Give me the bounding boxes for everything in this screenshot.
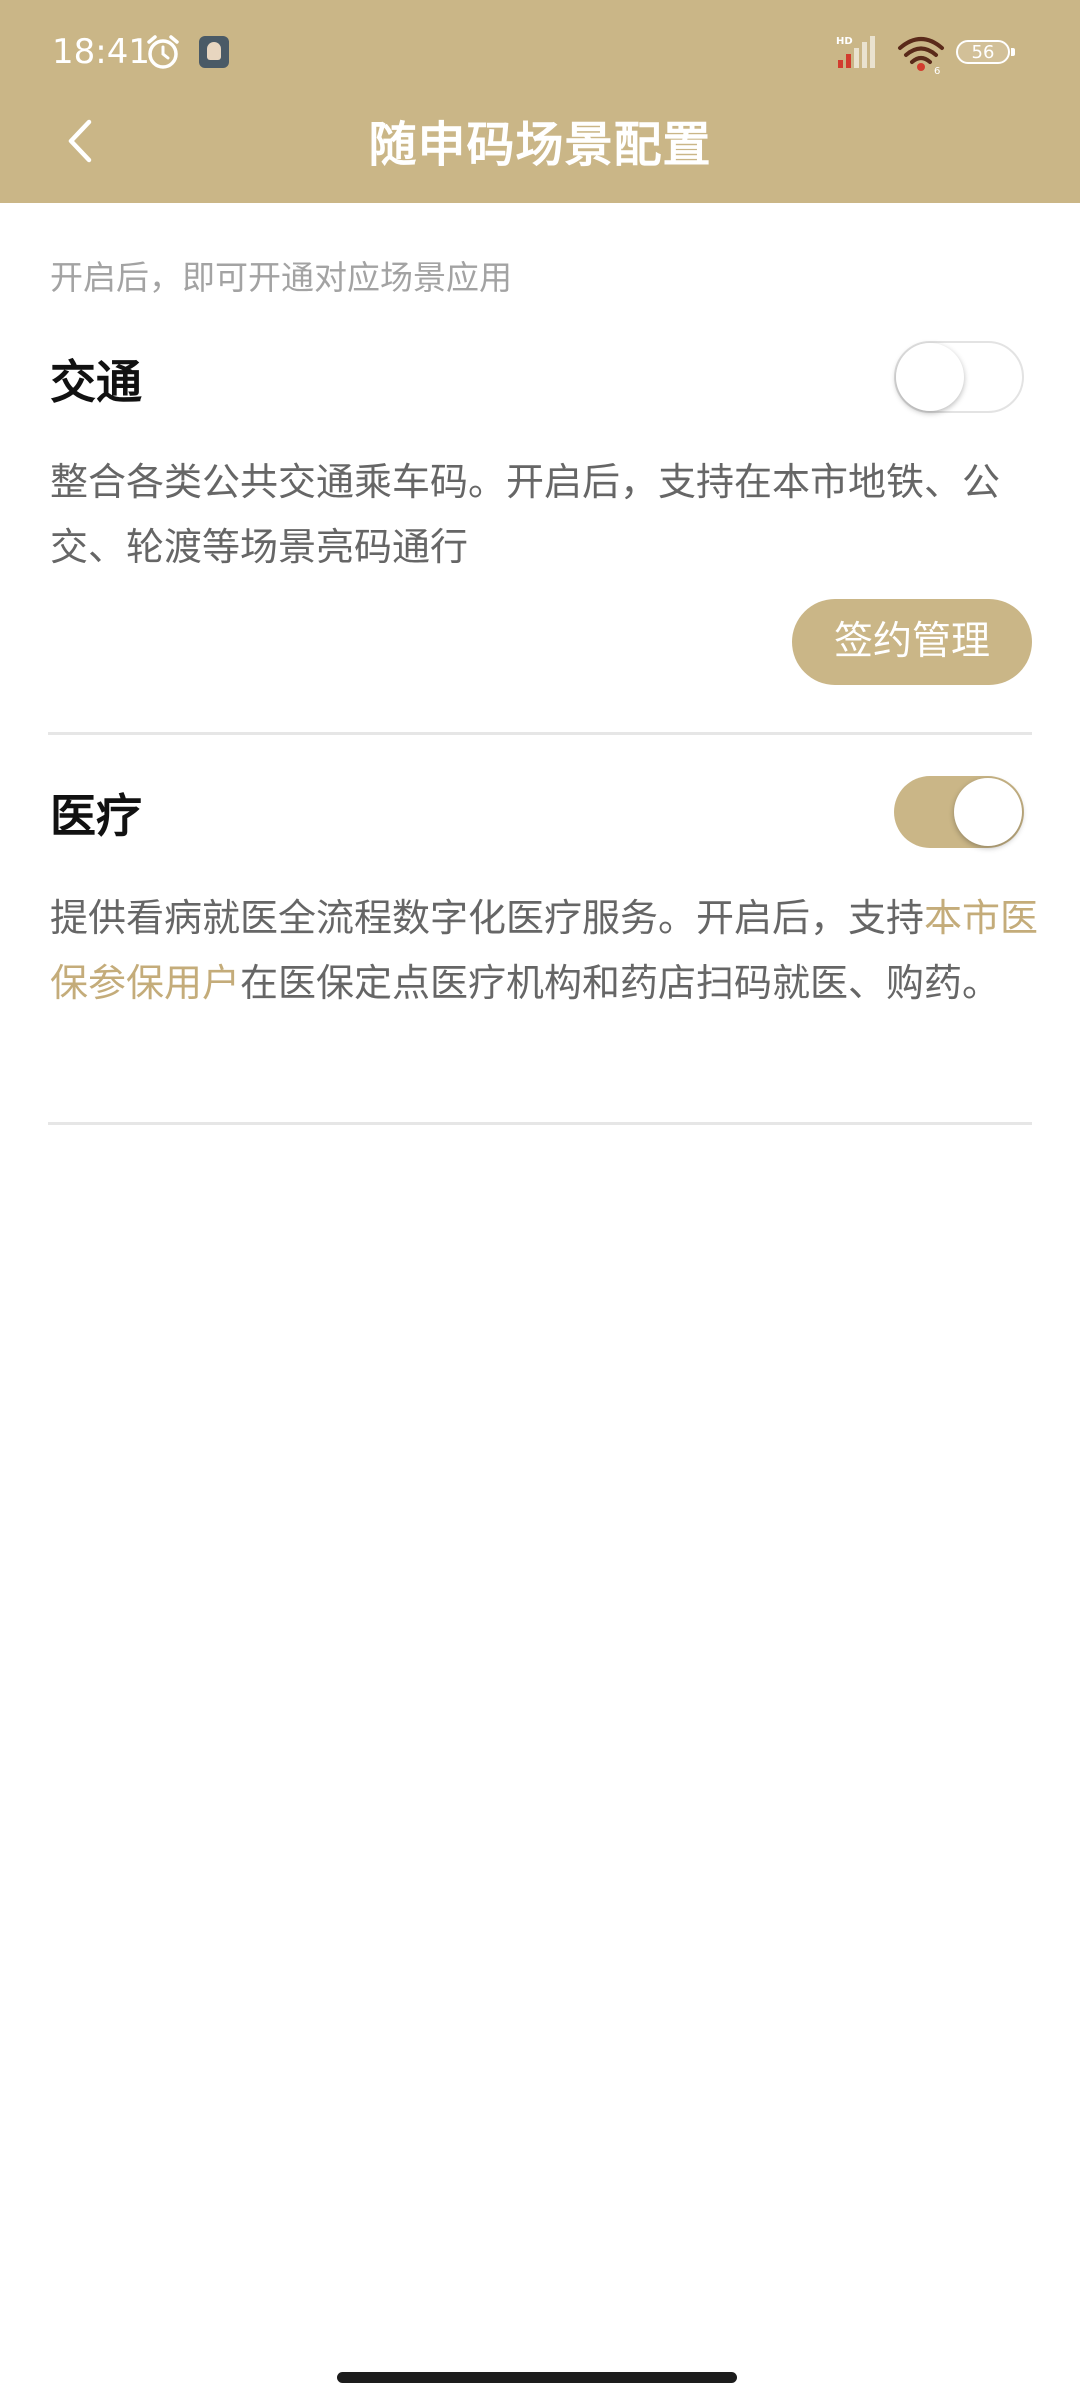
section-title-medical: 医疗 [50, 789, 142, 843]
medical-description-before: 提供看病就医全流程数字化医疗服务。开启后，支持 [50, 896, 925, 940]
battery-icon: 56 [956, 40, 1015, 64]
page-title: 随申码场景配置 [368, 117, 712, 173]
toggle-knob [896, 343, 964, 411]
transport-toggle[interactable] [894, 341, 1024, 413]
svg-text:HD: HD [836, 36, 853, 47]
battery-level: 56 [971, 41, 995, 63]
contract-management-button[interactable]: 签约管理 [792, 599, 1032, 685]
header-bar: 18:41 HD 6 56 随申码场景配置 [0, 0, 1080, 203]
hint-text: 开启后，即可开通对应场景应用 [50, 258, 512, 297]
medical-toggle[interactable] [894, 776, 1024, 848]
wifi-icon: 6 [896, 34, 946, 78]
status-time: 18:41 [52, 32, 150, 72]
medical-description-after: 在医保定点医疗机构和药店扫码就医、购药。 [240, 961, 1001, 1005]
transport-description: 整合各类公共交通乘车码。开启后，支持在本市地铁、公交、轮渡等场景亮码通行 [50, 460, 1001, 569]
home-indicator[interactable] [337, 2372, 737, 2383]
alarm-icon [143, 32, 183, 76]
divider [48, 1122, 1032, 1125]
section-title-transport: 交通 [50, 355, 142, 409]
hd-signal-icon: HD [834, 34, 882, 74]
app-notification-icon [199, 36, 229, 68]
divider [48, 732, 1032, 735]
toggle-knob [954, 778, 1022, 846]
medical-description: 提供看病就医全流程数字化医疗服务。开启后，支持本市医保参保用户在医保定点医疗机构… [50, 886, 1040, 1016]
svg-text:6: 6 [934, 66, 940, 74]
